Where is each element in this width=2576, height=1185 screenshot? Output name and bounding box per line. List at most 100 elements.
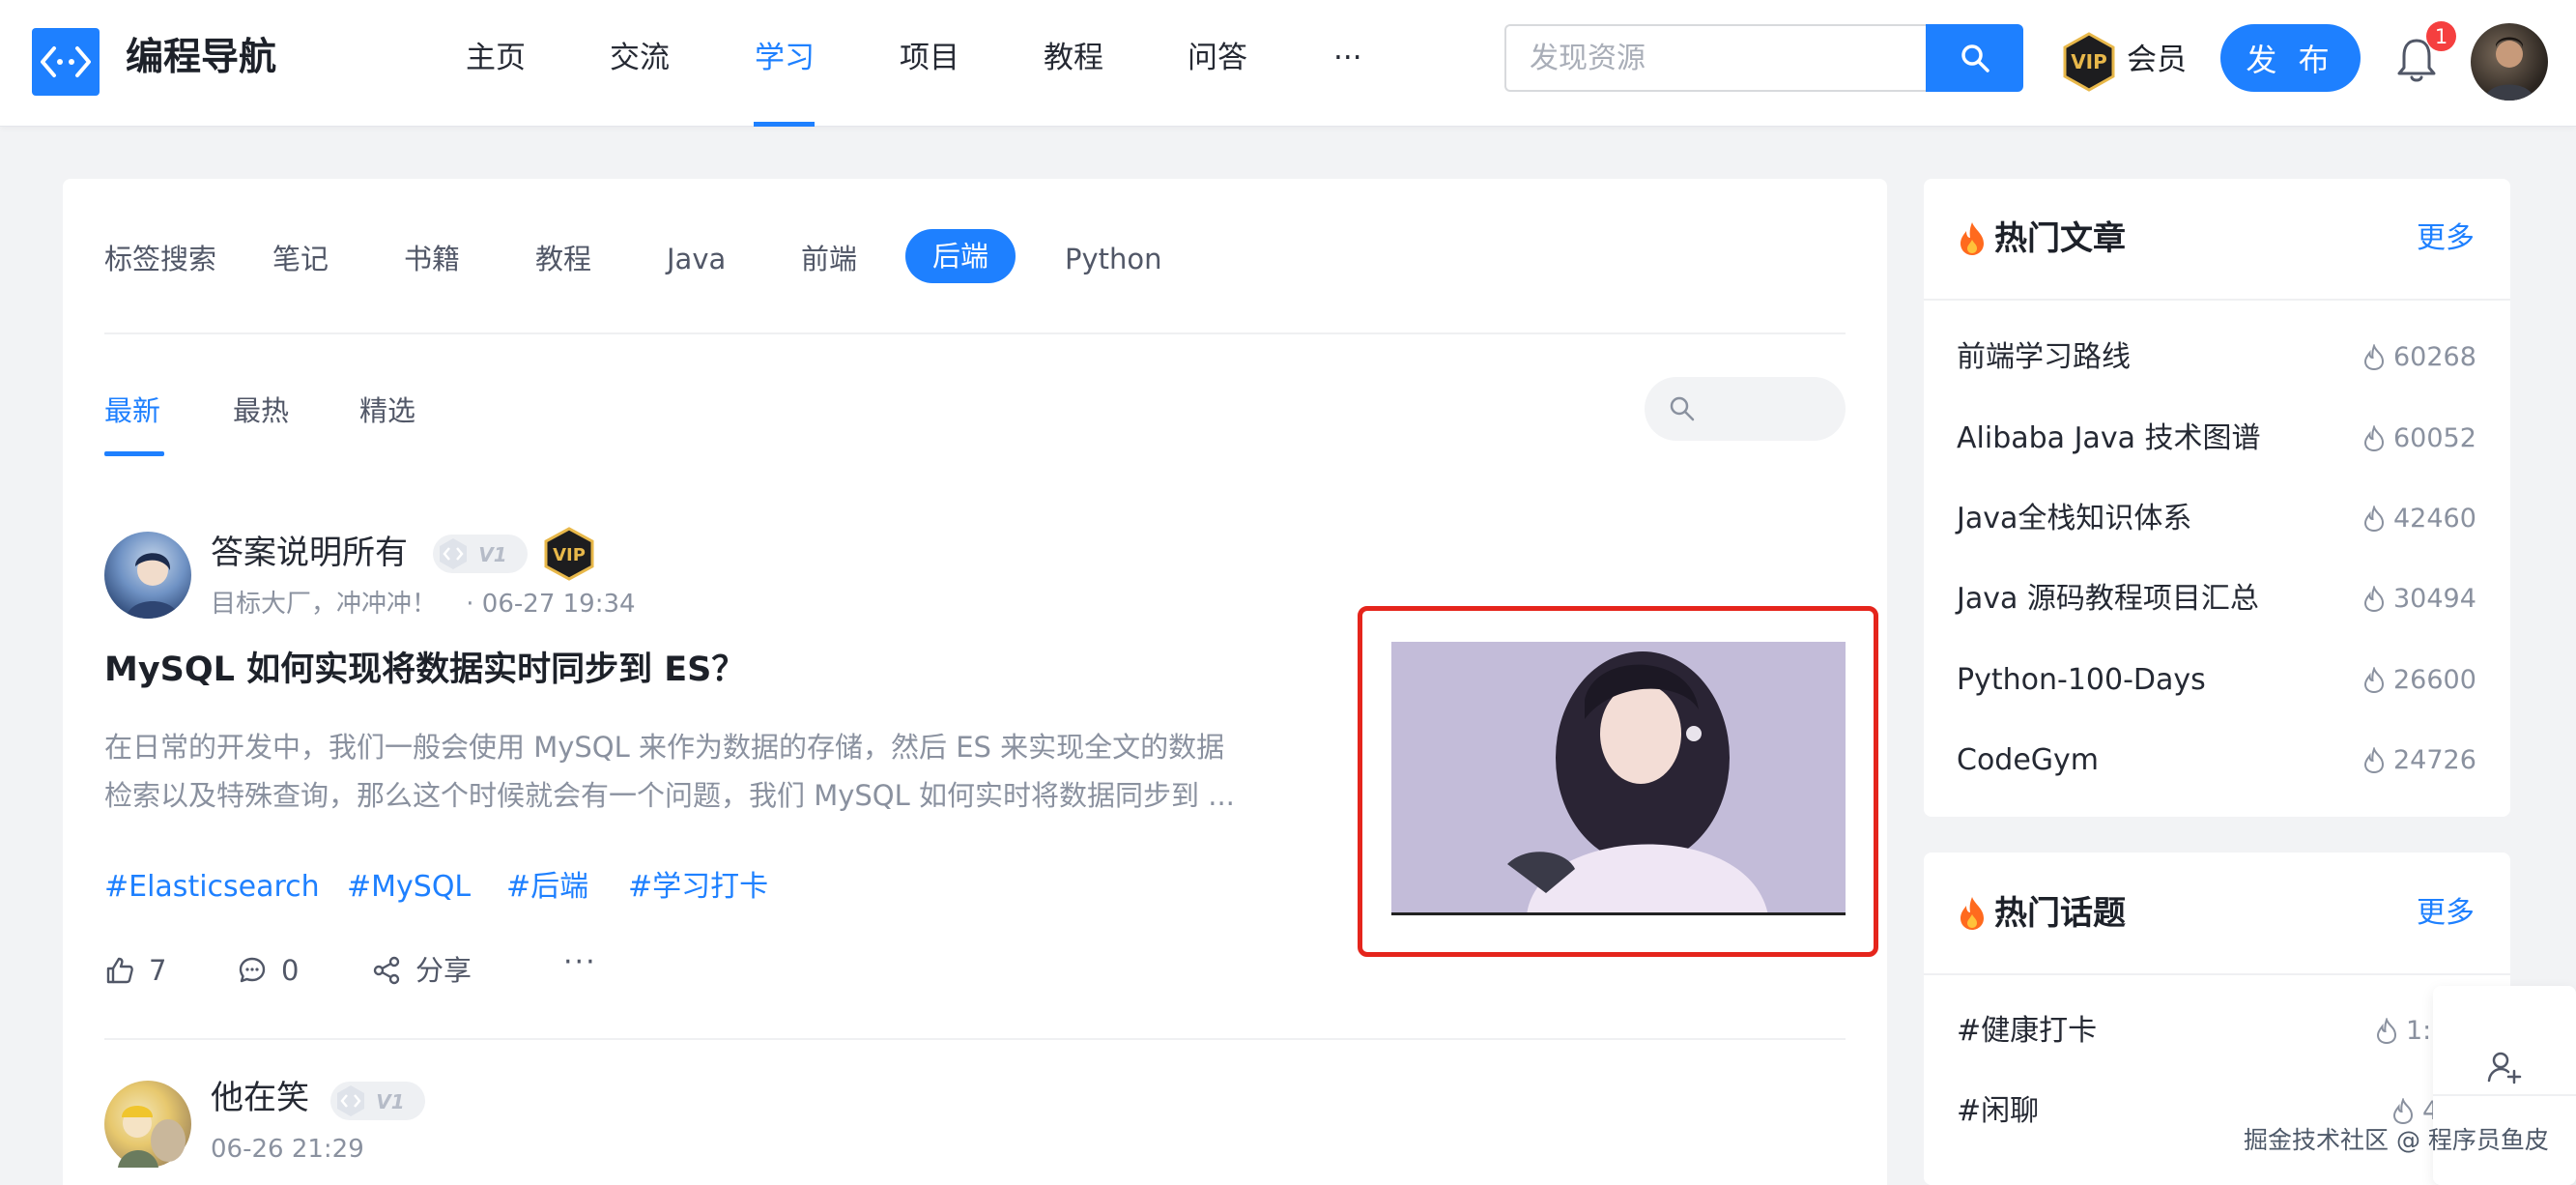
level-icon: V1	[440, 538, 507, 569]
flame-icon	[2392, 1098, 2414, 1125]
tag-divider	[104, 332, 1846, 334]
hot-topic-item[interactable]: #健康打卡	[1957, 1010, 2097, 1053]
comment-icon	[239, 957, 266, 983]
user-avatar[interactable]	[2471, 23, 2548, 101]
nav-community[interactable]: 交流	[610, 35, 670, 81]
flame-icon	[2363, 667, 2385, 694]
flame-icon	[2376, 1018, 2397, 1045]
hashtag-elasticsearch[interactable]: #Elasticsearch	[104, 866, 320, 909]
hot-article-item[interactable]: Java全栈知识体系	[1957, 498, 2191, 540]
tab-latest[interactable]: 最新	[104, 390, 160, 431]
article-thumbnail[interactable]	[1391, 642, 1846, 915]
site-logo-icon[interactable]	[32, 28, 100, 96]
vip-icon[interactable]: VIP	[2062, 32, 2116, 92]
post-time: 06-26 21:29	[211, 1135, 364, 1164]
nav-projects[interactable]: 项目	[900, 35, 959, 81]
tag-tutorials[interactable]: 教程	[535, 240, 591, 278]
author-avatar[interactable]	[104, 532, 191, 619]
add-user-icon[interactable]	[2485, 1048, 2524, 1086]
tab-featured[interactable]: 精选	[359, 390, 415, 431]
article-abstract[interactable]: 在日常的开发中，我们一般会使用 MySQL 来作为数据的存储，然后 ES 来实现…	[104, 723, 1302, 820]
more-options-button[interactable]: ···	[563, 945, 597, 979]
hot-article-item[interactable]: CodeGym	[1957, 739, 2099, 782]
top-header: 编程导航 主页 交流 学习 项目 教程 问答 ··· VIP 会员 发 布 1	[0, 0, 2576, 127]
article-title[interactable]: MySQL 如何实现将数据实时同步到 ES？	[104, 646, 745, 694]
like-button[interactable]: 7	[104, 949, 166, 992]
search-icon	[1670, 396, 1695, 421]
hot-article-item[interactable]: Java 源码教程项目汇总	[1957, 578, 2259, 621]
hot-article-item[interactable]: Alibaba Java 技术图谱	[1957, 418, 2261, 460]
author-bio: 目标大厂，冲冲冲！	[211, 590, 438, 619]
svg-text:V1: V1	[376, 1090, 404, 1113]
nav-qa[interactable]: 问答	[1188, 35, 1247, 81]
hot-topics-more-link[interactable]: 更多	[2417, 892, 2475, 935]
hot-article-count: 60268	[2362, 336, 2476, 379]
search-input[interactable]	[1504, 24, 1928, 92]
watermark: 掘金技术社区 @ 程序员鱼皮	[2244, 1126, 2549, 1154]
tag-python[interactable]: Python	[1065, 240, 1162, 278]
author-name[interactable]: 他在笑	[211, 1075, 309, 1121]
hot-articles-more-link[interactable]: 更多	[2417, 217, 2475, 260]
tab-active-indicator	[104, 451, 164, 456]
hashtag-mysql[interactable]: #MySQL	[347, 866, 471, 909]
tag-backend[interactable]: 后端	[905, 229, 1016, 283]
share-icon	[373, 956, 400, 985]
comment-button[interactable]: 0	[237, 949, 299, 992]
svg-text:VIP: VIP	[553, 545, 586, 565]
tag-java[interactable]: Java	[667, 240, 726, 278]
hot-article-count: 30494	[2362, 578, 2476, 621]
hashtag-backend[interactable]: #后端	[506, 866, 588, 909]
hot-article-count: 60052	[2362, 418, 2476, 460]
svg-text:V1: V1	[478, 543, 506, 566]
hot-articles-title: 热门文章	[1994, 219, 2126, 258]
hot-article-item[interactable]: 前端学习路线	[1957, 336, 2131, 379]
tag-search-label: 标签搜索	[104, 243, 217, 275]
feed-search-input[interactable]	[1645, 377, 1846, 441]
fire-icon	[1961, 222, 1984, 255]
search-icon	[1961, 44, 1989, 72]
hot-topic-count: 1:	[2375, 1010, 2431, 1053]
thumbs-up-icon	[106, 957, 133, 984]
tag-books[interactable]: 书籍	[404, 240, 460, 278]
level-icon: V1	[337, 1085, 405, 1116]
flame-icon	[2363, 506, 2385, 533]
hashtag-study-checkin[interactable]: #学习打卡	[628, 866, 768, 909]
svg-text:VIP: VIP	[2071, 50, 2107, 73]
like-count: 7	[149, 954, 167, 987]
publish-button[interactable]: 发 布	[2220, 24, 2361, 92]
flame-icon	[2363, 344, 2385, 371]
notification-badge: 1	[2426, 21, 2456, 51]
flame-icon	[2363, 586, 2385, 613]
hot-article-count: 24726	[2362, 739, 2476, 782]
nav-tutorials[interactable]: 教程	[1044, 35, 1103, 81]
nav-more[interactable]: ···	[1333, 35, 1362, 81]
flame-icon	[2363, 747, 2385, 774]
author-name[interactable]: 答案说明所有	[211, 530, 408, 576]
site-name[interactable]: 编程导航	[126, 33, 276, 83]
nav-learning[interactable]: 学习	[755, 35, 815, 81]
hot-article-item[interactable]: Python-100-Days	[1957, 659, 2206, 702]
nav-home[interactable]: 主页	[466, 35, 526, 81]
tab-hottest[interactable]: 最热	[233, 390, 289, 431]
share-button[interactable]: 分享	[371, 949, 472, 992]
user-level-badge: V1	[330, 1082, 425, 1120]
tag-frontend[interactable]: 前端	[801, 240, 857, 278]
nav-active-indicator	[754, 122, 815, 127]
flame-icon	[2363, 425, 2385, 452]
author-avatar[interactable]	[104, 1081, 191, 1168]
article-divider	[104, 1038, 1846, 1040]
sidebar-divider	[1924, 299, 2510, 301]
fire-icon	[1961, 897, 1984, 930]
hot-topics-header: 热门话题	[1956, 890, 2126, 937]
tag-notes[interactable]: 笔记	[272, 240, 329, 278]
search-button[interactable]	[1926, 24, 2023, 92]
vip-badge-icon: VIP	[544, 527, 594, 581]
hot-articles-header: 热门文章	[1956, 216, 2126, 262]
hot-article-count: 42460	[2362, 498, 2476, 540]
comment-count: 0	[281, 954, 300, 987]
vip-label[interactable]: 会员	[2127, 37, 2187, 83]
hot-topic-item[interactable]: #闲聊	[1957, 1090, 2039, 1133]
post-time: · 06-27 19:34	[466, 590, 636, 619]
hot-topics-title: 热门话题	[1994, 894, 2126, 933]
abstract-line: 在日常的开发中，我们一般会使用 MySQL 来作为数据的存储，然后 ES 来实现…	[104, 731, 1225, 764]
